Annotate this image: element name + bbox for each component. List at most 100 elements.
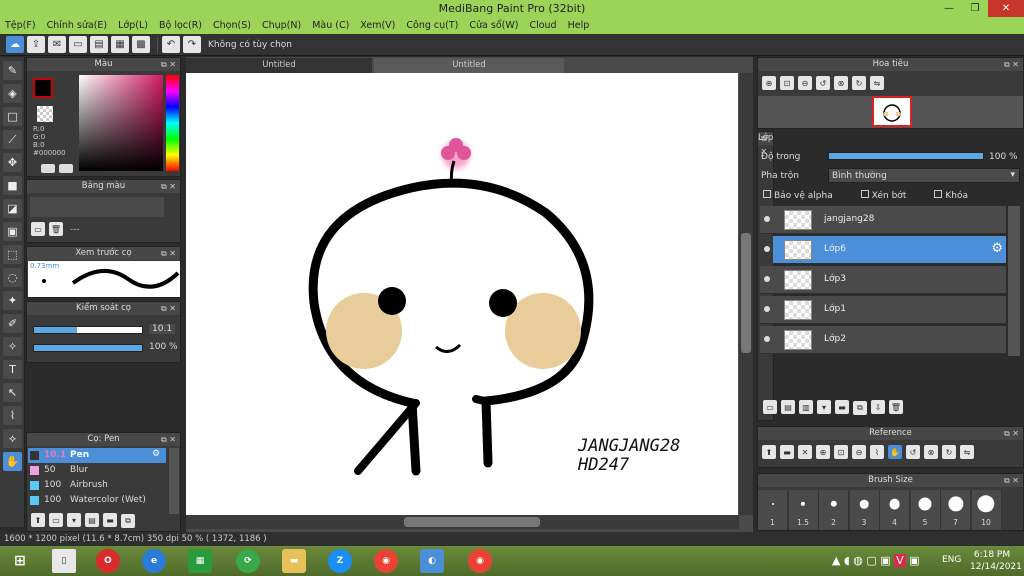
share-icon[interactable]: ⇪	[27, 36, 45, 53]
select-rect-tool-icon[interactable]: ⬚	[3, 245, 22, 264]
reference-open-icon[interactable]: ▬	[780, 445, 794, 459]
panel-close-icon[interactable]: ⧉ ✕	[161, 302, 176, 315]
brush-size-value[interactable]: 10.1	[149, 324, 176, 334]
panel-close-icon[interactable]: ⧉ ✕	[1004, 427, 1019, 440]
brush-tool-icon[interactable]: ⟡	[3, 429, 22, 448]
layer-add-menu-icon[interactable]: ▾	[817, 400, 831, 414]
brush-size-option[interactable]: 10	[971, 490, 1002, 530]
rotate-reset-icon[interactable]: ⊗	[924, 445, 938, 459]
layer-row[interactable]: jangjang28	[760, 206, 1006, 234]
brush-size-option[interactable]: 1	[758, 490, 788, 530]
tab-untitled-2[interactable]: Untitled	[374, 58, 564, 73]
brush-window-icon[interactable]: ⧉	[121, 513, 135, 528]
flip-icon[interactable]: ⇋	[870, 76, 884, 90]
undo-icon[interactable]: ↶	[162, 36, 180, 53]
document-icon[interactable]: ▤	[90, 36, 108, 53]
trash-icon[interactable]: 🗑	[889, 400, 903, 414]
menu-select[interactable]: Chọn(S)	[213, 20, 251, 31]
eyedropper-tool-icon[interactable]: ⌇	[3, 406, 22, 425]
background-color-swatch[interactable]	[37, 106, 53, 122]
menu-capture[interactable]: Chụp(N)	[262, 20, 301, 31]
brush-size-option[interactable]: 1.5	[788, 490, 819, 530]
redo-icon[interactable]: ↷	[183, 36, 201, 53]
rotate-left-icon[interactable]: ↺	[906, 445, 920, 459]
medibang-icon[interactable]: ◐	[420, 549, 444, 573]
language-indicator[interactable]: ENG	[942, 555, 961, 565]
close-button[interactable]: ✕	[988, 0, 1024, 17]
eye-icon[interactable]	[764, 336, 770, 342]
menu-tools[interactable]: Công cụ(T)	[406, 20, 458, 31]
new-layer-1bit-icon[interactable]: ▥	[799, 400, 813, 414]
brush-folder-icon[interactable]: ▬	[103, 513, 117, 527]
bucket-tool-icon[interactable]: ◪	[3, 199, 22, 218]
horizontal-scroll-thumb[interactable]	[404, 517, 540, 527]
menu-layer[interactable]: Lớp(L)	[118, 20, 148, 31]
opera-icon[interactable]: O	[96, 549, 120, 573]
shape-tool-icon[interactable]: □	[3, 107, 22, 126]
tab-untitled-1[interactable]: Untitled	[186, 58, 372, 73]
store-icon[interactable]: ▦	[188, 549, 212, 573]
tiles-icon[interactable]: ▩	[132, 36, 150, 53]
cloud-icon[interactable]: ☁	[6, 36, 24, 53]
move-tool-icon[interactable]: ✥	[3, 153, 22, 172]
eyedropper-icon[interactable]: ⌇	[870, 445, 884, 459]
zoom-in-icon[interactable]: ⊕	[762, 76, 776, 90]
grid-icon[interactable]: ▦	[111, 36, 129, 53]
start-icon[interactable]: ⊞	[8, 549, 32, 573]
rotate-left-icon[interactable]: ↺	[816, 76, 830, 90]
panel-close-icon[interactable]: ⧉ ✕	[161, 180, 176, 193]
layer-opacity-slider[interactable]	[828, 152, 984, 160]
brush-copy-icon[interactable]: ▤	[85, 513, 99, 527]
file-icon[interactable]: ▯	[52, 549, 76, 573]
select-pen-tool-icon[interactable]: ✐	[3, 314, 22, 333]
canvas-horizontal-scrollbar[interactable]	[186, 515, 739, 529]
menu-file[interactable]: Tệp(F)	[5, 20, 36, 31]
navigator-thumbnail[interactable]	[872, 96, 912, 127]
tray-icons[interactable]: ▲ ◖ ◍ ▢ ▣ V ▣	[832, 554, 920, 567]
merge-down-icon[interactable]: ⇩	[871, 400, 885, 414]
restore-button[interactable]: ❐	[962, 0, 988, 17]
foreground-color-swatch[interactable]	[33, 78, 53, 98]
layer-row[interactable]: Lớp2	[760, 326, 1006, 354]
menu-cloud[interactable]: Cloud	[529, 20, 556, 31]
drawing-canvas[interactable]: JANGJANG28 HD247	[186, 73, 738, 515]
panel-close-icon[interactable]: ⧉ ✕	[1004, 474, 1019, 487]
pen-tool-icon[interactable]: ✎	[3, 61, 22, 80]
flip-icon[interactable]: ⇋	[960, 445, 974, 459]
brush-size-option[interactable]: 7	[941, 490, 971, 530]
trash-icon[interactable]: 🗑	[49, 222, 63, 236]
lock-checkbox[interactable]: Khóa	[934, 190, 968, 201]
brush-size-option[interactable]: 3	[849, 490, 880, 530]
brush-size-option[interactable]: 2	[819, 490, 849, 530]
zoom-out-icon[interactable]: ⊖	[852, 445, 866, 459]
panel-close-icon[interactable]: ⧉ ✕	[161, 247, 176, 260]
app-icon[interactable]: ⟳	[236, 549, 260, 573]
panel-close-icon[interactable]: ⧉ ✕	[161, 58, 176, 71]
brush-size-option[interactable]: 5	[910, 490, 941, 530]
page-icon[interactable]: ▭	[69, 36, 87, 53]
vertical-scroll-thumb[interactable]	[741, 233, 751, 353]
fit-icon[interactable]: ⊡	[780, 76, 794, 90]
hue-slider[interactable]	[166, 75, 179, 171]
brush-size-option[interactable]: 4	[880, 490, 910, 530]
text-tool-icon[interactable]: T	[3, 360, 22, 379]
new-layer-icon[interactable]: ▭	[763, 400, 777, 414]
minimize-button[interactable]: —	[936, 0, 962, 17]
brush-item-blur[interactable]: 50 Blur	[28, 464, 166, 478]
eye-icon[interactable]	[764, 306, 770, 312]
menu-edit[interactable]: Chỉnh sửa(E)	[47, 20, 108, 31]
fill-rect-tool-icon[interactable]: ■	[3, 176, 22, 195]
magic-wand-tool-icon[interactable]: ✦	[3, 291, 22, 310]
zoom-in-icon[interactable]: ⊕	[816, 445, 830, 459]
folder-icon[interactable]: ▬	[282, 549, 306, 573]
gradient-tool-icon[interactable]: ▣	[3, 222, 22, 241]
menu-view[interactable]: Xem(V)	[360, 20, 395, 31]
menu-filter[interactable]: Bộ lọc(R)	[159, 20, 202, 31]
brush-menu-icon[interactable]: ▾	[67, 513, 81, 527]
panel-close-icon[interactable]: ⧉ ✕	[1004, 58, 1019, 71]
gear-icon[interactable]: ⚙	[991, 241, 1003, 256]
brush-list-scrollbar[interactable]	[169, 448, 179, 514]
brush-size-slider[interactable]	[33, 326, 143, 334]
reference-close-icon[interactable]: ✕	[798, 445, 812, 459]
gear-icon[interactable]: ⚙	[152, 449, 160, 459]
